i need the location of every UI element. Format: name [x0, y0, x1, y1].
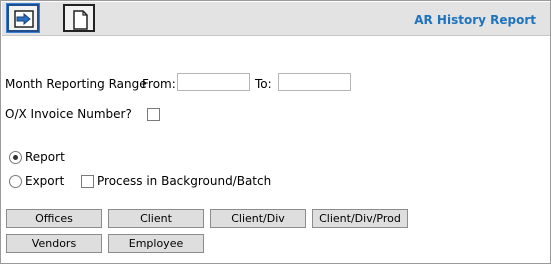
client-button[interactable]: Client	[108, 209, 204, 228]
background-batch-checkbox[interactable]	[81, 175, 94, 188]
month-range-label: Month Reporting Range	[5, 77, 147, 91]
report-label: Report	[25, 150, 65, 164]
to-input[interactable]	[278, 73, 351, 91]
ox-invoice-checkbox[interactable]	[147, 108, 160, 121]
toolbar: AR History Report	[2, 2, 550, 36]
run-report-button[interactable]	[6, 3, 40, 33]
client-div-prod-button[interactable]: Client/Div/Prod	[312, 209, 408, 228]
vendors-button[interactable]: Vendors	[6, 234, 102, 253]
offices-button[interactable]: Offices	[6, 209, 102, 228]
ox-invoice-label: O/X Invoice Number?	[5, 107, 132, 121]
from-input[interactable]	[177, 73, 250, 91]
document-button[interactable]	[63, 4, 95, 32]
export-label: Export	[25, 174, 65, 188]
to-label: To:	[255, 77, 272, 91]
background-batch-label: Process in Background/Batch	[97, 174, 272, 188]
report-window: AR History Report Month Reporting Range …	[0, 0, 551, 264]
page-title: AR History Report	[414, 13, 536, 27]
report-radio[interactable]	[9, 151, 22, 164]
from-label: From:	[142, 77, 176, 91]
client-div-button[interactable]: Client/Div	[210, 209, 306, 228]
employee-button[interactable]: Employee	[108, 234, 204, 253]
export-radio[interactable]	[9, 175, 22, 188]
